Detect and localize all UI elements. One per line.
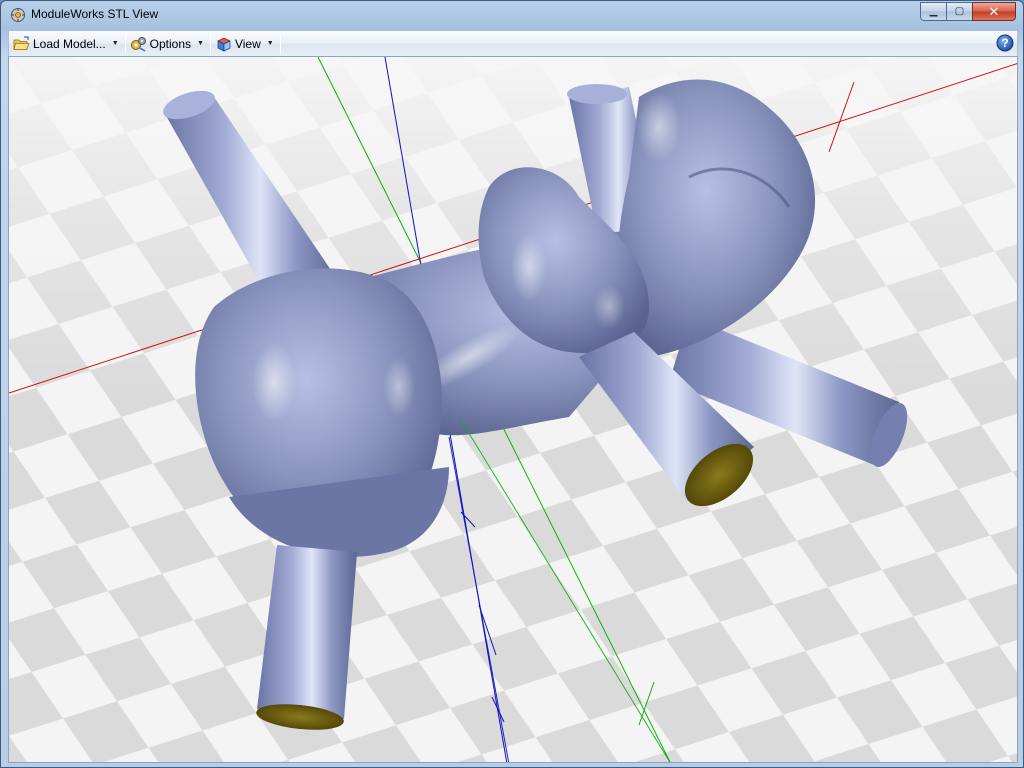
- close-button[interactable]: ✕: [972, 2, 1016, 21]
- help-icon[interactable]: ?: [996, 34, 1014, 52]
- window-title: ModuleWorks STL View: [31, 7, 159, 21]
- folder-open-icon: [13, 35, 30, 50]
- chevron-down-icon[interactable]: ▼: [267, 40, 274, 47]
- toolbar: Load Model... ▼ Options ▼ View ▼ ?: [8, 30, 1018, 56]
- load-model-button[interactable]: Load Model... ▼: [11, 33, 123, 55]
- load-model-label: Load Model...: [33, 36, 106, 51]
- view-cube-icon: [217, 37, 231, 52]
- options-button[interactable]: Options ▼: [128, 33, 208, 55]
- view-label: View: [234, 36, 261, 51]
- chevron-down-icon[interactable]: ▼: [197, 40, 204, 47]
- title-bar[interactable]: ModuleWorks STL View ▁ ▢ ✕: [1, 1, 1023, 29]
- svg-text:?: ?: [1001, 36, 1008, 50]
- minimize-icon: ▁: [929, 6, 938, 17]
- minimize-button[interactable]: ▁: [920, 2, 946, 21]
- options-gears-icon: [130, 36, 146, 52]
- 3d-viewport[interactable]: [8, 56, 1018, 763]
- toolbar-separator: [124, 34, 126, 53]
- maximize-button[interactable]: ▢: [946, 2, 972, 21]
- close-icon: ✕: [988, 3, 1000, 19]
- toolbar-separator: [209, 34, 211, 53]
- toolbar-separator: [279, 34, 281, 53]
- chevron-down-icon[interactable]: ▼: [112, 40, 119, 47]
- app-window: ModuleWorks STL View ▁ ▢ ✕ Load Model...…: [0, 0, 1024, 768]
- maximize-icon: ▢: [954, 6, 965, 17]
- options-label: Options: [149, 36, 192, 51]
- moduleworks-app-icon: [11, 8, 25, 22]
- stl-scene[interactable]: [9, 57, 1018, 763]
- view-button[interactable]: View ▼: [213, 33, 278, 55]
- caption-buttons: ▁ ▢ ✕: [920, 2, 1016, 21]
